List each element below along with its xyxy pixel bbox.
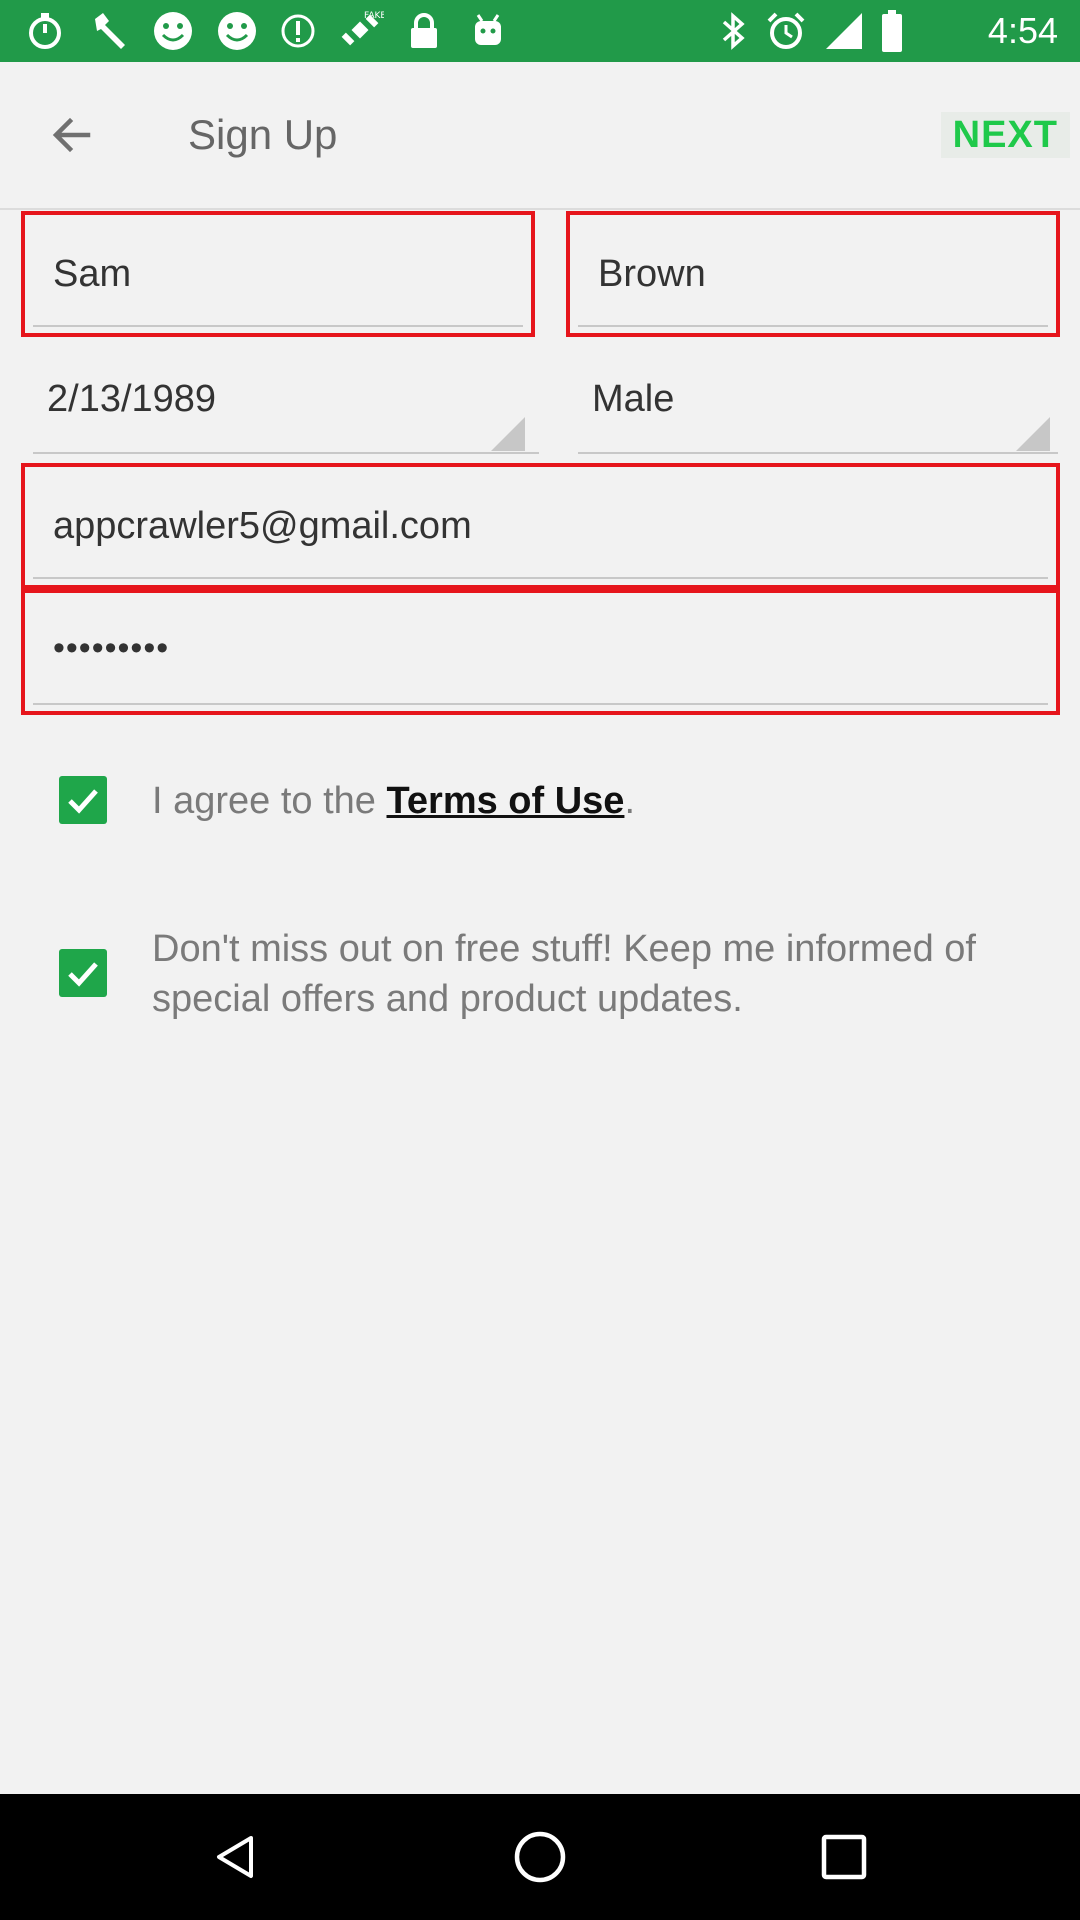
- first-name-value: Sam: [53, 253, 132, 295]
- terms-of-use-link[interactable]: Terms of Use: [387, 780, 625, 822]
- field-underline: [33, 703, 1048, 705]
- bluetooth-icon: [716, 8, 752, 54]
- field-underline: [33, 325, 523, 327]
- info-circle-icon: [278, 8, 318, 54]
- back-triangle-icon: [217, 1836, 253, 1878]
- terms-suffix: .: [624, 780, 635, 822]
- terms-prefix: I agree to the: [152, 780, 387, 822]
- alarm-icon: [764, 8, 808, 54]
- smiley-icon: [150, 8, 196, 54]
- status-time: 4:54: [987, 10, 1058, 51]
- gender-value: Male: [592, 378, 675, 420]
- password-field[interactable]: •••••••••: [21, 589, 1060, 715]
- password-value: •••••••••: [53, 629, 170, 667]
- smiley-icon: [214, 8, 260, 54]
- birth-date-dropdown[interactable]: 2/13/1989: [21, 340, 539, 464]
- app-bar: Sign Up NEXT: [0, 62, 1080, 210]
- lock-icon: [404, 8, 444, 54]
- email-field[interactable]: appcrawler5@gmail.com: [21, 463, 1060, 589]
- back-button[interactable]: [36, 99, 108, 171]
- android-icon: [466, 8, 510, 54]
- offers-checkbox[interactable]: [59, 949, 107, 997]
- first-name-field[interactable]: Sam: [21, 211, 535, 337]
- gender-dropdown[interactable]: Male: [566, 340, 1060, 464]
- navigation-bar: [0, 1794, 1080, 1920]
- field-underline: [33, 452, 539, 454]
- home-circle-icon: [514, 1831, 566, 1883]
- nav-recents-button[interactable]: [784, 1794, 904, 1920]
- wrench-icon: [86, 8, 132, 54]
- terms-label: I agree to the Terms of Use.: [152, 776, 635, 826]
- signal-icon: [822, 8, 866, 54]
- satellite-fake-gps-icon: FAKE: [336, 8, 386, 54]
- dropdown-arrow-icon: [1016, 417, 1050, 451]
- offers-label: Don't miss out on free stuff! Keep me in…: [152, 928, 976, 1020]
- checkmark-icon: [68, 789, 98, 814]
- nav-back-button[interactable]: [176, 1794, 296, 1920]
- last-name-field[interactable]: Brown: [566, 211, 1060, 337]
- email-value: appcrawler5@gmail.com: [53, 505, 472, 547]
- arrow-left-icon: [52, 117, 91, 153]
- terms-checkbox[interactable]: [59, 776, 107, 824]
- battery-icon: [878, 8, 906, 54]
- birth-date-value: 2/13/1989: [47, 378, 217, 420]
- next-button[interactable]: NEXT: [940, 112, 1070, 158]
- stopwatch-icon: [22, 8, 68, 54]
- status-bar: FAKE 4:54: [0, 0, 1080, 62]
- checkmark-icon: [68, 962, 98, 987]
- recents-square-icon: [821, 1834, 867, 1880]
- dropdown-arrow-icon: [491, 417, 525, 451]
- nav-home-button[interactable]: [480, 1794, 600, 1920]
- field-underline: [33, 577, 1048, 579]
- field-underline: [578, 452, 1058, 454]
- page-title: Sign Up: [188, 111, 338, 158]
- last-name-value: Brown: [598, 253, 706, 295]
- svg-text:FAKE: FAKE: [364, 11, 384, 21]
- field-underline: [578, 325, 1048, 327]
